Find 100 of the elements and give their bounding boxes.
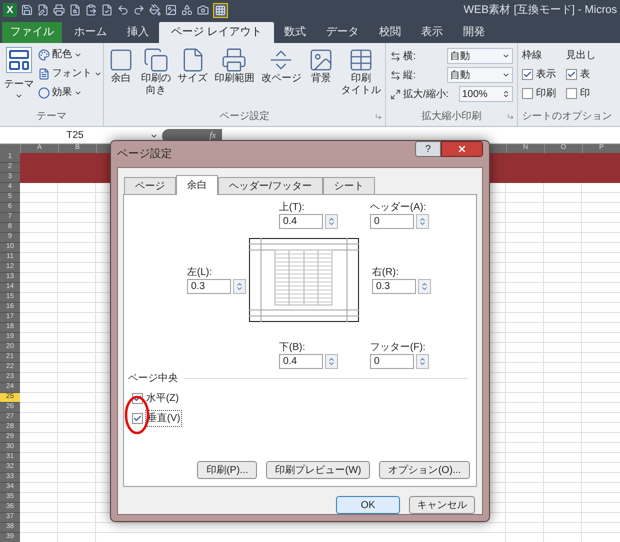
document-icon[interactable] bbox=[101, 4, 113, 16]
launcher-icon[interactable] bbox=[375, 113, 382, 120]
page-setup-button[interactable]: 余白 bbox=[108, 47, 134, 109]
spinner-button[interactable] bbox=[418, 279, 431, 294]
spinner-arrows-icon bbox=[420, 282, 429, 291]
cancel-button[interactable]: キャンセル bbox=[409, 496, 475, 514]
option-heading: 枠線 bbox=[522, 48, 543, 63]
theme-option[interactable]: 効果 bbox=[52, 85, 72, 100]
dialog-tab[interactable]: 余白 bbox=[176, 175, 218, 195]
page-setup-button[interactable]: サイズ bbox=[178, 47, 208, 109]
dialog-tab[interactable]: シート bbox=[322, 177, 375, 194]
ribbon-tab[interactable]: 校閲 bbox=[369, 22, 412, 43]
redo-icon[interactable] bbox=[133, 4, 145, 16]
launcher-icon[interactable] bbox=[507, 113, 514, 120]
scale-label: 拡大/縮小: bbox=[403, 88, 449, 102]
page-setup-button[interactable]: 印刷範囲 bbox=[214, 47, 254, 109]
margin-label: ヘッダー(A): bbox=[370, 201, 428, 214]
checkbox[interactable] bbox=[566, 88, 577, 99]
spinner-arrows-icon bbox=[235, 282, 244, 291]
ribbon-tab[interactable]: ページ レイアウト bbox=[159, 22, 274, 43]
ribbon-tab[interactable]: 数式 bbox=[274, 22, 316, 43]
help-button[interactable]: ? bbox=[415, 141, 441, 157]
page-setup-button[interactable]: 背景 bbox=[308, 47, 334, 109]
edit-icon[interactable] bbox=[37, 4, 49, 16]
margin-input[interactable]: 0.3 bbox=[372, 279, 416, 294]
shapes-icon[interactable] bbox=[181, 4, 193, 16]
checkbox[interactable] bbox=[522, 88, 533, 99]
scale-icon bbox=[390, 88, 401, 100]
save-icon[interactable] bbox=[21, 4, 33, 16]
ribbon-tab[interactable]: 挿入 bbox=[117, 22, 159, 43]
spinner-button[interactable] bbox=[325, 214, 338, 229]
checkmark-icon bbox=[567, 70, 576, 79]
group-label: テーマ bbox=[36, 110, 68, 124]
margin-input[interactable]: 0 bbox=[370, 354, 414, 369]
checkbox-label: 表 bbox=[580, 68, 590, 82]
ribbon-tab[interactable]: ホーム bbox=[64, 22, 117, 43]
scale-spinner[interactable]: 100% bbox=[459, 86, 513, 102]
checkmark-icon bbox=[133, 394, 142, 403]
printer-icon[interactable] bbox=[53, 4, 65, 16]
checkbox-label: 印刷 bbox=[536, 86, 556, 101]
spinner-arrows-icon bbox=[502, 90, 510, 98]
picture-icon[interactable] bbox=[165, 4, 177, 16]
checkbox-label[interactable]: 水平(Z) bbox=[145, 391, 180, 406]
margin-label: 下(B): bbox=[279, 341, 306, 354]
dialog-button[interactable]: 印刷(P)... bbox=[197, 461, 258, 479]
dialog-button[interactable]: 印刷プレビュー(W) bbox=[266, 461, 370, 479]
ribbon-tab[interactable]: データ bbox=[316, 22, 370, 43]
name-box[interactable]: T25 bbox=[0, 128, 150, 143]
close-button[interactable] bbox=[441, 141, 483, 157]
margin-label: 右(R): bbox=[372, 266, 400, 279]
spinner-arrows-icon bbox=[327, 217, 336, 226]
margin-input[interactable]: 0 bbox=[370, 214, 414, 229]
page-icon bbox=[108, 47, 134, 73]
paint-bucket-icon[interactable] bbox=[149, 4, 161, 16]
spinner-button[interactable] bbox=[416, 214, 429, 229]
undo-icon[interactable] bbox=[117, 4, 129, 16]
scale-label: 縦: bbox=[403, 68, 416, 82]
spinner-button[interactable] bbox=[416, 354, 429, 369]
checkbox[interactable] bbox=[522, 69, 533, 80]
theme-icon[interactable] bbox=[6, 47, 32, 73]
search-icon[interactable] bbox=[69, 4, 81, 16]
scale-dropdown[interactable]: 自動 bbox=[447, 67, 513, 83]
scale-icon bbox=[390, 50, 401, 62]
group-label: ページ設定 bbox=[220, 110, 270, 124]
ribbon-tab[interactable]: 表示 bbox=[411, 22, 454, 43]
margin-label: 上(T): bbox=[279, 201, 306, 214]
ribbon-tab[interactable]: ファイル bbox=[2, 22, 62, 43]
caret-icon bbox=[502, 52, 510, 60]
spinner-button[interactable] bbox=[325, 354, 338, 369]
theme-button[interactable]: テーマ bbox=[4, 77, 34, 92]
page-setup-button[interactable]: 印刷 タイトル bbox=[340, 47, 381, 109]
margin-input[interactable]: 0.4 bbox=[279, 354, 323, 369]
paste-icon[interactable] bbox=[85, 4, 97, 16]
theme-option[interactable]: 配色 bbox=[52, 47, 72, 62]
checkbox-label: 印 bbox=[580, 86, 590, 101]
group-label: 拡大縮小印刷 bbox=[422, 110, 482, 124]
printer-icon bbox=[221, 47, 248, 73]
window-title: WEB素材 [互換モード] - Micros bbox=[464, 2, 617, 18]
dialog-button[interactable]: オプション(O)... bbox=[379, 461, 470, 479]
ok-button[interactable]: OK bbox=[336, 496, 400, 514]
ribbon-tab[interactable]: 開発 bbox=[453, 22, 496, 43]
dialog-title: ページ設定 bbox=[117, 146, 172, 162]
table-icon bbox=[348, 47, 374, 73]
checkbox[interactable] bbox=[132, 413, 143, 424]
theme-option[interactable]: フォント bbox=[52, 66, 92, 81]
theme-option-icon bbox=[38, 68, 50, 80]
dialog-tab[interactable]: ヘッダー/フッター bbox=[218, 177, 323, 194]
spinner-arrows-icon bbox=[418, 217, 427, 226]
margin-input[interactable]: 0.4 bbox=[279, 214, 323, 229]
page-setup-button[interactable]: 改ページ bbox=[261, 47, 302, 109]
margin-input[interactable]: 0.3 bbox=[187, 279, 231, 294]
checkbox[interactable] bbox=[566, 69, 577, 80]
spinner-button[interactable] bbox=[233, 279, 246, 294]
grid-icon[interactable] bbox=[213, 2, 228, 18]
scale-dropdown[interactable]: 自動 bbox=[447, 48, 513, 64]
page-setup-button[interactable]: 印刷の 向き bbox=[140, 47, 171, 109]
dialog-tab[interactable]: ページ bbox=[124, 177, 176, 194]
camera-icon[interactable] bbox=[197, 4, 209, 16]
group-label: シートのオプション bbox=[521, 110, 613, 124]
close-icon bbox=[457, 144, 467, 154]
